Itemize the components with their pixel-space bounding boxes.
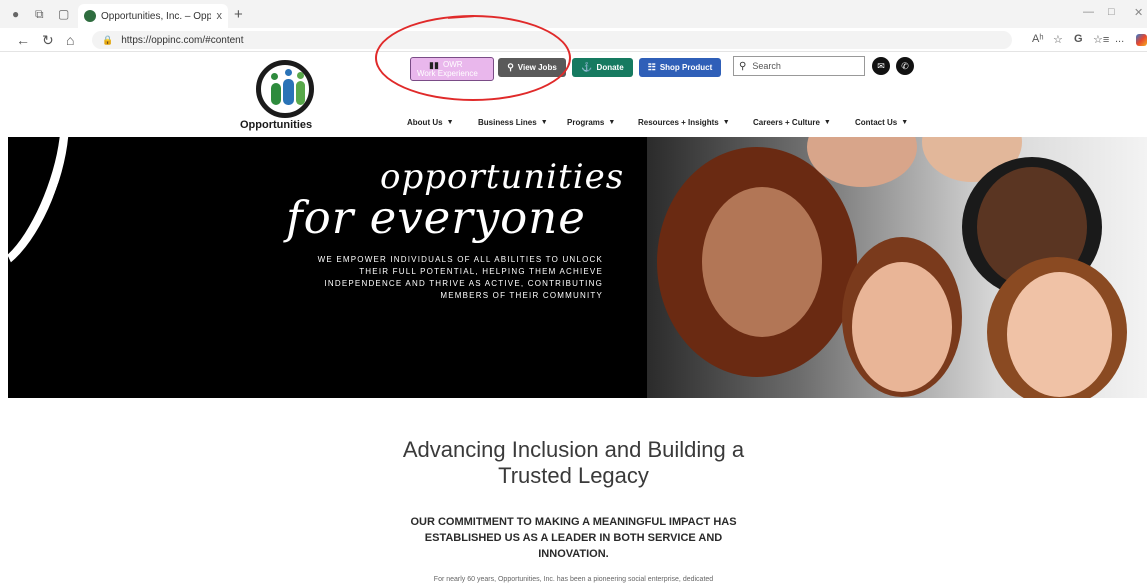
search-placeholder: Search (752, 61, 781, 71)
new-tab-icon[interactable]: + (234, 6, 243, 23)
logo-head (285, 69, 292, 76)
owe-label-1: OWR (443, 59, 463, 69)
tab-title: Opportunities, Inc. – Opportuniti (101, 10, 211, 22)
nav-contact-us[interactable]: Contact Us ▼ (855, 118, 908, 127)
donate-label: Donate (596, 63, 624, 72)
chevron-down-icon: ▼ (540, 119, 548, 126)
browser-tab[interactable]: Opportunities, Inc. – Opportuniti x (78, 4, 228, 28)
favorite-star-icon[interactable]: ☆ (1053, 33, 1063, 46)
search-input[interactable]: ⚲ Search (733, 56, 865, 76)
photo-face (852, 262, 952, 392)
nav-label: Business Lines (478, 118, 537, 127)
subheading-line: ESTABLISHED US AS A LEADER IN BOTH SERVI… (424, 532, 723, 544)
photo-face (1007, 272, 1112, 397)
url-text: https://oppinc.com/#content (121, 34, 244, 46)
chevron-down-icon: ▼ (446, 119, 454, 126)
nav-label: Contact Us (855, 118, 898, 127)
minimize-icon[interactable]: — (1083, 6, 1094, 18)
donate-button[interactable]: ⚓ Donate (572, 58, 633, 77)
chevron-down-icon: ▼ (722, 119, 730, 126)
section-heading: Advancing Inclusion and Building a Trust… (0, 437, 1147, 489)
browser-address-bar: ← ↻ ⌂ 🔒 https://oppinc.com/#content Aʰ ☆… (0, 28, 1147, 52)
phone-icon[interactable]: ✆ (896, 57, 914, 75)
url-field[interactable]: 🔒 https://oppinc.com/#content (92, 31, 1012, 49)
logo-figure-blue (283, 79, 294, 105)
extension-icon[interactable]: G (1074, 33, 1083, 45)
logo-figure-lightgreen (296, 81, 305, 105)
view-jobs-button[interactable]: ⚲ View Jobs (498, 58, 566, 77)
nav-careers-culture[interactable]: Careers + Culture ▼ (753, 118, 831, 127)
chevron-down-icon: ▼ (901, 119, 909, 126)
subheading-line: INNOVATION. (538, 548, 609, 560)
cart-icon: ☷ (647, 62, 656, 72)
nav-programs[interactable]: Programs ▼ (567, 118, 615, 127)
site-logo-icon[interactable] (256, 60, 314, 118)
read-aloud-icon[interactable]: Aʰ (1032, 33, 1044, 45)
tagline-line: INDEPENDENCE AND THRIVE AS ACTIVE, CONTR… (324, 279, 603, 288)
subheading-line: OUR COMMITMENT TO MAKING A MEANINGFUL IM… (410, 516, 737, 528)
restore-icon[interactable]: □ (1108, 6, 1115, 18)
logo-head (271, 73, 278, 80)
hero-decoration (8, 137, 90, 285)
logo-head (297, 72, 304, 79)
site-favicon-icon (84, 10, 96, 22)
shop-label: Shop Product (659, 63, 713, 72)
heading-line: Advancing Inclusion and Building a (402, 437, 745, 462)
home-icon[interactable]: ⌂ (66, 32, 74, 48)
photo-face (702, 187, 822, 337)
hero-banner: opportunities for everyone WE EMPOWER IN… (8, 137, 1147, 398)
tagline-line: THEIR FULL POTENTIAL, HELPING THEM ACHIE… (359, 267, 603, 276)
browser-tab-strip: ● ⧉ ▢ Opportunities, Inc. – Opportuniti … (0, 0, 1147, 28)
close-window-icon[interactable]: ✕ (1134, 6, 1143, 19)
nav-resources-insights[interactable]: Resources + Insights ▼ (638, 118, 730, 127)
chevron-down-icon: ▼ (608, 119, 616, 126)
close-tab-icon[interactable]: x (217, 10, 223, 22)
logo-figure-green (271, 83, 281, 105)
section-subheading: OUR COMMITMENT TO MAKING A MEANINGFUL IM… (0, 514, 1147, 562)
donate-icon: ⚓ (581, 62, 593, 72)
profile-icon[interactable]: ● (12, 7, 19, 21)
email-icon[interactable]: ✉ (872, 57, 890, 75)
hero-script-line-2: for everyone (286, 191, 586, 244)
hero-photo (647, 137, 1147, 398)
chevron-down-icon: ▼ (823, 119, 831, 126)
view-jobs-label: View Jobs (517, 63, 557, 72)
back-icon[interactable]: ← (16, 32, 30, 48)
refresh-icon[interactable]: ↻ (42, 32, 54, 49)
tab-actions-icon[interactable]: ▢ (58, 7, 69, 21)
workspaces-icon[interactable]: ⧉ (35, 7, 44, 22)
nav-about-us[interactable]: About Us ▼ (407, 118, 454, 127)
heading-line: Trusted Legacy (498, 463, 649, 488)
copilot-icon[interactable] (1136, 34, 1147, 46)
tagline-line: MEMBERS OF THEIR COMMUNITY (440, 291, 603, 300)
owe-label-2: Work Experience (417, 68, 478, 78)
more-menu-icon[interactable]: ... (1115, 33, 1124, 45)
search-icon: ⚲ (507, 62, 514, 72)
shop-product-button[interactable]: ☷ Shop Product (639, 58, 721, 77)
nav-label: Careers + Culture (753, 118, 820, 127)
nav-label: Programs (567, 118, 605, 127)
nav-label: About Us (407, 118, 443, 127)
tagline-line: WE EMPOWER INDIVIDUALS OF ALL ABILITIES … (317, 255, 603, 264)
nav-business-lines[interactable]: Business Lines ▼ (478, 118, 548, 127)
hero-tagline: WE EMPOWER INDIVIDUALS OF ALL ABILITIES … (293, 254, 603, 302)
search-icon: ⚲ (739, 60, 747, 72)
lock-icon: 🔒 (102, 34, 114, 45)
intro-paragraph: For nearly 60 years, Opportunities, Inc.… (433, 576, 714, 583)
owr-work-experience-button[interactable]: ▮▮ OWR Work Experience (410, 57, 494, 81)
nav-label: Resources + Insights (638, 118, 719, 127)
logo-text[interactable]: Opportunities (240, 119, 312, 131)
favorites-icon[interactable]: ☆≡ (1093, 33, 1109, 46)
